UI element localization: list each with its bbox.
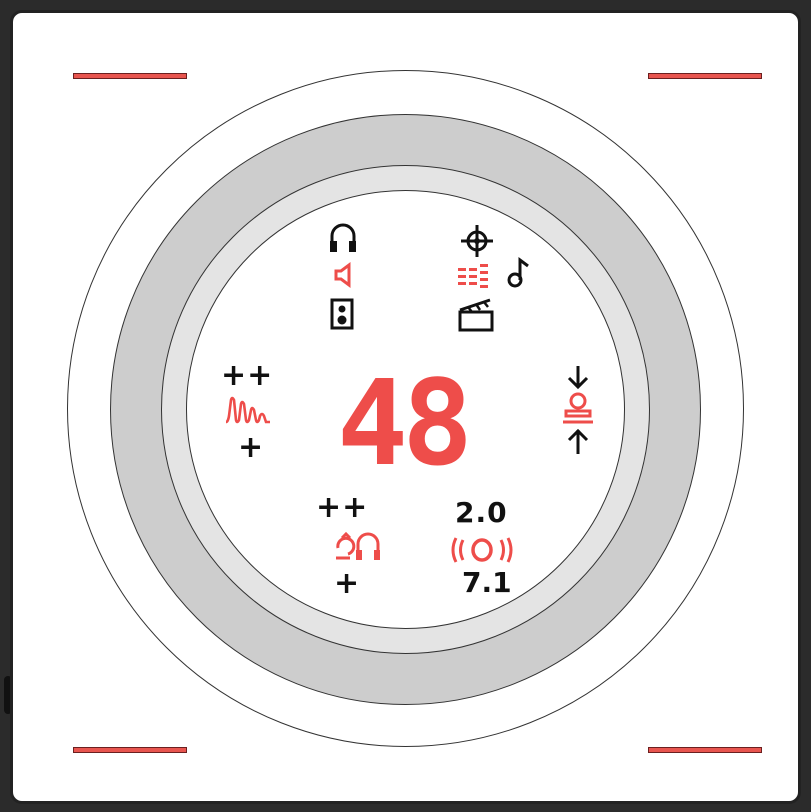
boost-high-label[interactable]: ++ [221, 358, 273, 393]
stereo-mode-label[interactable]: 2.0 [455, 496, 508, 529]
equalizer-icon[interactable] [458, 264, 492, 290]
sidetone-high-label[interactable]: ++ [316, 490, 368, 525]
sidetone-low-label[interactable]: + [334, 566, 359, 601]
headset-sidetone-icon[interactable] [334, 528, 384, 564]
corner-indicator-top-left [73, 73, 187, 79]
surround-icon[interactable] [448, 534, 516, 566]
surround-mode-label[interactable]: 7.1 [462, 566, 512, 599]
corner-indicator-bottom-right [648, 747, 762, 753]
speaker-box-icon[interactable] [330, 298, 354, 330]
waveform-icon[interactable] [224, 396, 272, 426]
headphones-icon[interactable] [328, 222, 358, 256]
crosshair-icon[interactable] [460, 224, 494, 258]
speaker-icon[interactable] [333, 262, 353, 288]
clapperboard-icon[interactable] [458, 298, 498, 332]
music-note-icon[interactable] [506, 256, 532, 290]
corner-indicator-bottom-left [73, 747, 187, 753]
boost-low-label[interactable]: + [238, 430, 263, 465]
mic-gain-icon[interactable] [560, 364, 596, 460]
volume-value: 48 [337, 354, 473, 492]
corner-indicator-top-right [648, 73, 762, 79]
